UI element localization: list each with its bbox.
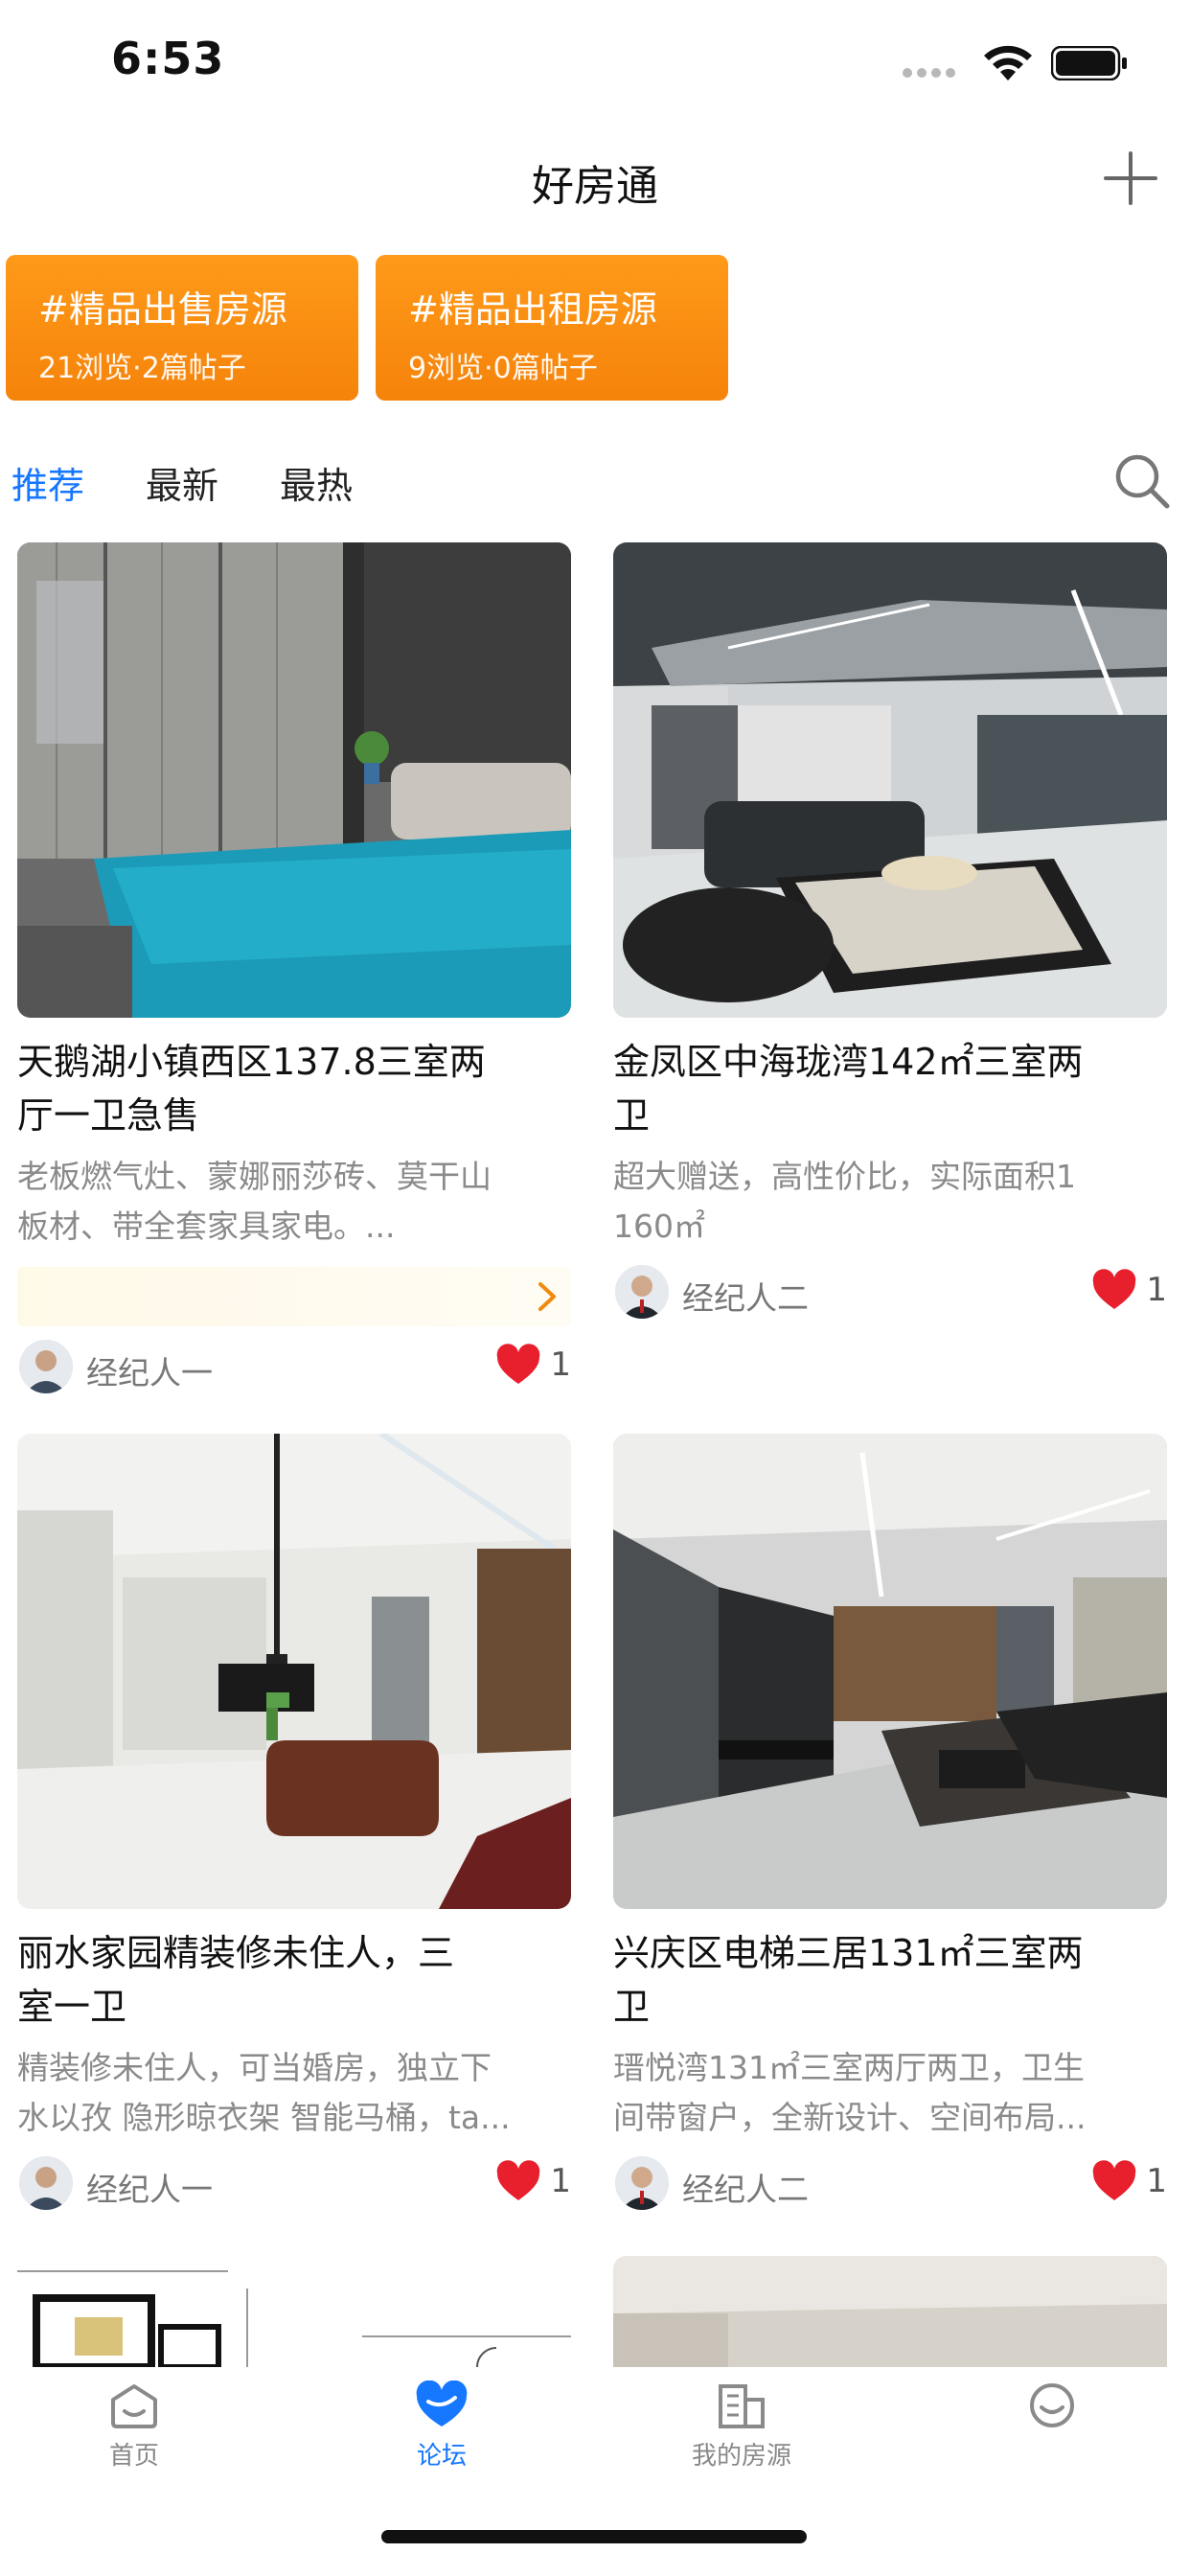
post-desc-line: 精装修未住人，可当婚房，独立下 — [17, 2049, 492, 2086]
like-count: 1 — [550, 1346, 571, 1384]
tab-forum[interactable]: 论坛 — [346, 2380, 538, 2472]
building-icon — [719, 2384, 765, 2428]
avatar[interactable] — [615, 1265, 669, 1319]
tab-recommended[interactable]: 推荐 — [11, 456, 84, 509]
post-photo-bedroom — [17, 542, 571, 1018]
post-description: 超大赠送，高性价比，实际面积1 160㎡ — [613, 1152, 1167, 1252]
post-title-line: 卫 — [613, 1094, 651, 1137]
like-button[interactable]: 1 — [495, 1344, 571, 1392]
post-title: 金凤区中海珑湾142㎡三室两 卫 — [613, 1035, 1167, 1142]
post-desc-line: 水以孜 隐形晾衣架 智能马桶，ta... — [17, 2099, 511, 2136]
post-title-line: 天鹅湖小镇西区137.8三室两 — [17, 1041, 486, 1083]
post-description: 精装修未住人，可当婚房，独立下 水以孜 隐形晾衣架 智能马桶，ta... — [17, 2043, 571, 2143]
like-button[interactable]: 1 — [495, 2160, 571, 2208]
post-photo-living-room — [17, 1434, 571, 1909]
like-count: 1 — [550, 2162, 571, 2200]
post-footer: 经纪人二 1 — [613, 1261, 1167, 1322]
post-title-line: 厅一卫急售 — [17, 1094, 200, 1137]
post-description: 老板燃气灶、蒙娜丽莎砖、莫干山 板材、带全套家具家电。... — [17, 1152, 571, 1252]
post-title-line: 兴庆区电梯三居131㎡三室两 — [613, 1932, 1084, 1974]
plus-icon — [1104, 151, 1157, 205]
post-footer: 经纪人一 1 — [17, 2152, 571, 2214]
author-name[interactable]: 经纪人二 — [682, 2164, 809, 2210]
home-indicator — [381, 2530, 807, 2543]
topic-title: #精品出租房源 — [408, 288, 657, 331]
post-desc-line: 160㎡ — [613, 1208, 705, 1245]
topic-chip-sale[interactable]: #精品出售房源 21浏览·2篇帖子 — [6, 255, 358, 401]
tab-label: 我的房源 — [691, 2442, 791, 2471]
post-card[interactable]: 丽水家园精装修未住人，三 室一卫 精装修未住人，可当婚房，独立下 水以孜 隐形晾… — [17, 1434, 571, 2214]
post-desc-line: 间带窗户，全新设计、空间布局... — [613, 2099, 1087, 2136]
battery-icon — [1051, 46, 1127, 80]
post-title-line: 金凤区中海珑湾142㎡三室两 — [613, 1041, 1084, 1083]
like-button[interactable]: 1 — [1091, 1269, 1167, 1317]
status-bar: 6:53 — [0, 0, 1190, 126]
status-indicators — [903, 42, 1190, 88]
post-card[interactable] — [17, 2260, 571, 2367]
forum-heart-icon — [416, 2380, 468, 2426]
heart-icon — [496, 2160, 540, 2200]
status-time: 6:53 — [111, 33, 225, 84]
post-title-line: 丽水家园精装修未住人，三 — [17, 1932, 455, 1974]
post-desc-line: 板材、带全套家具家电。... — [17, 1208, 396, 1245]
post-card[interactable] — [613, 2256, 1167, 2367]
nav-bar: 好房通 — [0, 134, 1190, 230]
heart-icon — [1092, 2160, 1136, 2200]
topic-chip-rent[interactable]: #精品出租房源 9浏览·0篇帖子 — [376, 255, 728, 401]
bottom-tab-bar: 首页 论坛 我的房源 — [0, 2367, 1190, 2576]
topic-stats: 21浏览·2篇帖子 — [38, 352, 246, 385]
tab-home[interactable]: 首页 — [38, 2380, 230, 2472]
like-count: 1 — [1146, 2162, 1167, 2200]
tab-label: 论坛 — [416, 2442, 467, 2471]
post-card[interactable]: 金凤区中海珑湾142㎡三室两 卫 超大赠送，高性价比，实际面积1 160㎡ 经纪… — [613, 542, 1167, 1322]
page-title: 好房通 — [532, 162, 658, 211]
wifi-icon — [984, 45, 1032, 80]
feed-tabs: 推荐 最新 最热 — [0, 450, 1190, 518]
tab-label: 首页 — [108, 2442, 159, 2471]
author-name[interactable]: 经纪人二 — [682, 1273, 809, 1319]
heart-icon — [1092, 1269, 1136, 1309]
search-icon[interactable] — [1111, 450, 1173, 512]
tab-profile[interactable] — [956, 2380, 1148, 2436]
avatar[interactable] — [615, 2156, 669, 2210]
add-post-button[interactable] — [1100, 148, 1161, 209]
author-name[interactable]: 经纪人一 — [86, 2164, 213, 2210]
tab-latest[interactable]: 最新 — [146, 456, 218, 509]
chevron-right-icon — [538, 1282, 556, 1311]
like-count: 1 — [1146, 1271, 1167, 1309]
post-photo-living-room — [613, 542, 1167, 1018]
topic-stats: 9浏览·0篇帖子 — [408, 352, 598, 385]
author-name[interactable]: 经纪人一 — [86, 1347, 213, 1393]
post-footer: 经纪人二 1 — [613, 2152, 1167, 2214]
home-icon — [111, 2384, 157, 2428]
post-desc-line: 超大赠送，高性价比，实际面积1 — [613, 1158, 1076, 1195]
tab-hottest[interactable]: 最热 — [280, 456, 353, 509]
signal-icon — [903, 63, 970, 78]
heart-icon — [496, 1344, 540, 1384]
post-title-line: 卫 — [613, 1986, 651, 2028]
post-photo-living-room — [613, 1434, 1167, 1909]
tab-my-listings[interactable]: 我的房源 — [646, 2380, 837, 2472]
post-title: 天鹅湖小镇西区137.8三室两 厅一卫急售 — [17, 1035, 571, 1142]
avatar[interactable] — [19, 2156, 73, 2210]
post-desc-line: 瑨悦湾131㎡三室两厅两卫，卫生 — [613, 2049, 1085, 2086]
post-description: 瑨悦湾131㎡三室两厅两卫，卫生 间带窗户，全新设计、空间布局... — [613, 2043, 1167, 2143]
post-card[interactable]: 兴庆区电梯三居131㎡三室两 卫 瑨悦湾131㎡三室两厅两卫，卫生 间带窗户，全… — [613, 1434, 1167, 2214]
promo-strip[interactable] — [17, 1267, 571, 1326]
post-title: 兴庆区电梯三居131㎡三室两 卫 — [613, 1926, 1167, 2034]
post-footer: 经纪人一 1 — [17, 1336, 571, 1397]
post-title-line: 室一卫 — [17, 1986, 127, 2028]
post-card[interactable]: 天鹅湖小镇西区137.8三室两 厅一卫急售 老板燃气灶、蒙娜丽莎砖、莫干山 板材… — [17, 542, 571, 1397]
post-desc-line: 老板燃气灶、蒙娜丽莎砖、莫干山 — [17, 1158, 492, 1195]
topic-title: #精品出售房源 — [38, 288, 287, 331]
like-button[interactable]: 1 — [1091, 2160, 1167, 2208]
avatar[interactable] — [19, 1340, 73, 1393]
post-title: 丽水家园精装修未住人，三 室一卫 — [17, 1926, 571, 2034]
post-photo-floorplan — [17, 2260, 571, 2367]
profile-smile-icon — [1030, 2383, 1074, 2427]
post-photo-room — [613, 2256, 1167, 2367]
